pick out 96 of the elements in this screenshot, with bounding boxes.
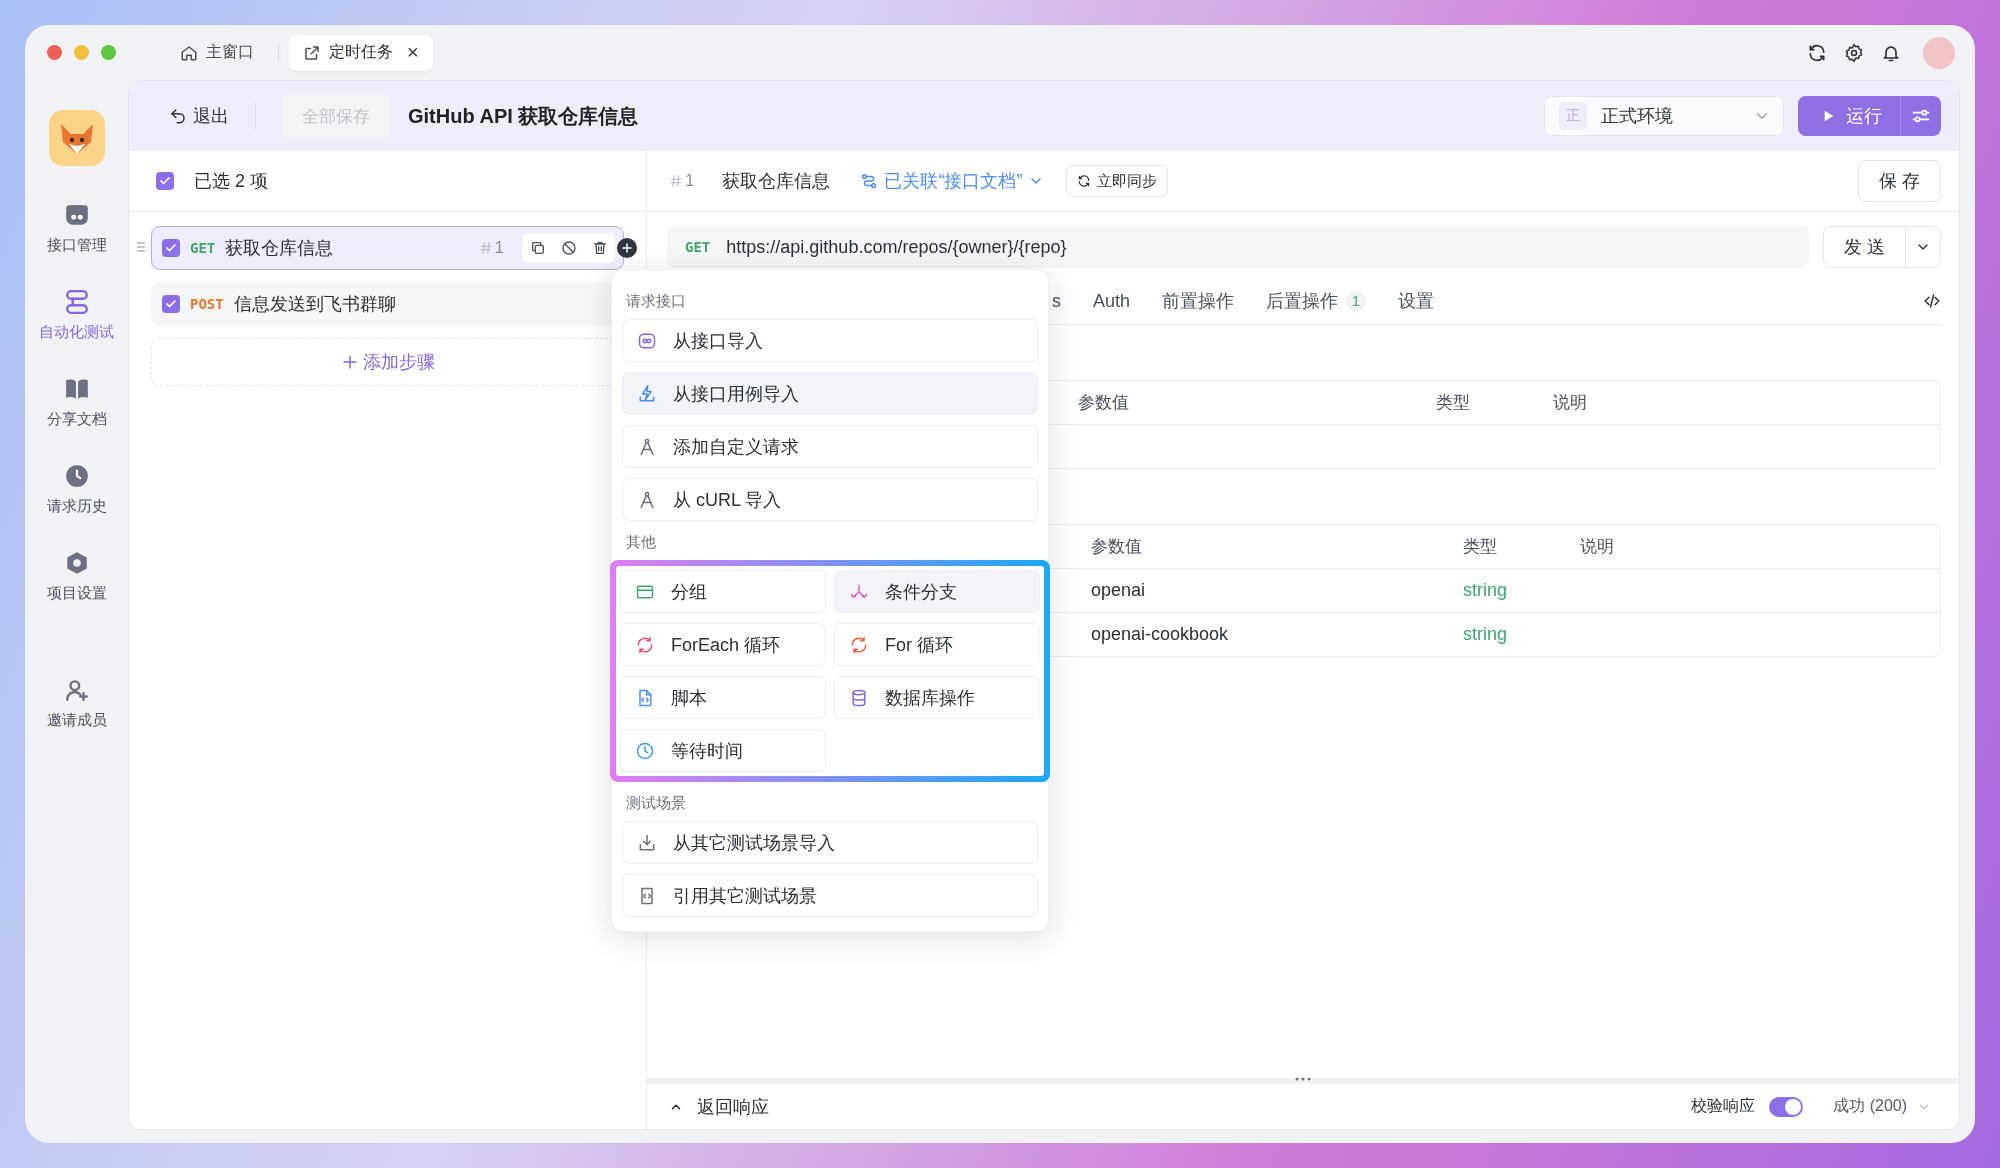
home-icon [180,43,198,62]
code-button[interactable] [1923,292,1941,310]
scenario-title: GitHub API 获取仓库信息 [408,103,639,129]
hash-icon [478,241,493,255]
external-link-icon [303,43,321,62]
hash-icon [669,174,683,188]
request-tab[interactable]: s [1052,290,1061,312]
column-header: 说明 [1579,536,1615,558]
step-name: 获取仓库信息 [225,237,334,260]
sidebar-item[interactable]: 邀请成员 [46,677,107,730]
request-tab[interactable]: 设置 [1397,289,1434,313]
status-select[interactable]: 成功 (200) [1827,1095,1937,1118]
api-icon [63,202,90,228]
step-name: 信息发送到飞书群聊 [233,293,396,316]
window-tab[interactable]: 主窗口 [166,34,268,71]
menu-item[interactable]: 数据库操作 [834,676,1040,719]
sidebar-item[interactable]: 请求历史 [46,463,107,516]
validate-label: 校验响应 [1691,1096,1756,1116]
method-label: POST [190,296,224,312]
validate-toggle[interactable] [1769,1096,1804,1117]
sidebar-item[interactable]: 自动化测试 [39,289,114,342]
menu-section-title: 其他 [625,532,657,552]
refresh-icon[interactable] [1807,42,1827,63]
close-tab-button[interactable]: × [407,41,419,64]
loop-icon [849,634,869,655]
save-button[interactable]: 保 存 [1858,160,1941,202]
compass-icon [637,436,657,457]
request-tab[interactable]: 后置操作 1 [1266,289,1366,313]
stack-icon [63,289,90,315]
check-icon [165,298,177,310]
table-cell-text: openai-cookbook [1090,624,1230,645]
check-icon [159,175,171,187]
code-icon [1923,292,1941,310]
request-tab[interactable]: Auth [1093,290,1131,312]
menu-section-title: 测试场景 [625,793,687,813]
sidebar-item[interactable]: 接口管理 [46,202,107,255]
link-icon [860,172,879,190]
clock-icon [635,740,655,761]
menu-item[interactable]: 从接口用例导入 [622,372,1038,415]
close-window-button[interactable] [47,45,62,60]
sidebar-item[interactable]: 项目设置 [46,550,107,603]
zoom-window-button[interactable] [101,45,116,60]
drag-handle-icon[interactable] [136,241,146,253]
exit-button[interactable]: 退出 [169,104,229,128]
import-icon [637,832,657,853]
menu-section-title: 请求接口 [625,291,687,311]
compass-icon [637,489,657,510]
column-header: 参数值 [1077,392,1130,414]
menu-item[interactable]: 从接口导入 [622,319,1038,362]
window-tab[interactable]: 定时任务 × [289,34,433,71]
checkbox[interactable] [162,239,180,257]
check-icon [165,242,177,254]
clock-icon [63,463,90,489]
copy-icon [529,240,546,256]
step-number: 1 [478,238,504,258]
menu-item[interactable]: 从其它测试场景导入 [622,821,1038,864]
menu-item[interactable]: 引用其它测试场景 [622,874,1038,917]
menu-item[interactable]: 添加自定义请求 [622,425,1038,468]
step-number: 1 [669,171,695,191]
menu-item[interactable]: For 循环 [834,623,1040,666]
column-header: 类型 [1462,536,1498,558]
environment-select[interactable]: 正 正式环境 [1544,96,1784,136]
column-header: 参数值 [1090,536,1143,558]
settings-icon[interactable] [1844,42,1864,63]
sync-button[interactable]: 立即同步 [1066,165,1169,197]
plus-icon [621,242,633,254]
checkbox[interactable] [162,295,180,313]
select-all-checkbox[interactable] [156,172,174,190]
response-label: 返回响应 [697,1095,769,1119]
table-cell-text: openai [1090,580,1147,601]
selection-count: 已选 2 项 [194,170,268,193]
menu-item[interactable]: 从 cURL 导入 [622,478,1038,521]
plus-icon [340,353,359,371]
back-arrow-icon [169,107,187,125]
menu-item[interactable]: 脚本 [620,676,826,719]
column-header: 说明 [1552,392,1588,414]
menu-item[interactable]: ForEach 循环 [620,623,826,666]
database-icon [849,687,869,708]
insert-step-button[interactable] [617,238,637,258]
column-header: 类型 [1435,392,1471,414]
menu-item[interactable]: 分组 [620,570,826,613]
menu-item[interactable]: 等待时间 [620,729,826,772]
fox-logo [48,110,105,166]
trash-icon [591,240,608,256]
resize-handle-icon[interactable] [1295,1077,1311,1081]
add-user-icon [63,677,90,703]
method-label: GET [190,240,216,256]
request-tab[interactable]: 前置操作 [1162,289,1235,313]
url-field[interactable]: GET https://api.github.com/repos/{owner}/{repo} [667,226,1809,268]
menu-item[interactable]: 条件分支 [834,570,1040,613]
ban-icon [560,240,577,256]
upload-bolt-icon [637,383,657,404]
sidebar-item[interactable]: 分享文档 [46,376,107,429]
loop-icon [635,634,655,655]
refresh-icon [1077,174,1092,188]
step-name: 获取仓库信息 [722,170,831,193]
